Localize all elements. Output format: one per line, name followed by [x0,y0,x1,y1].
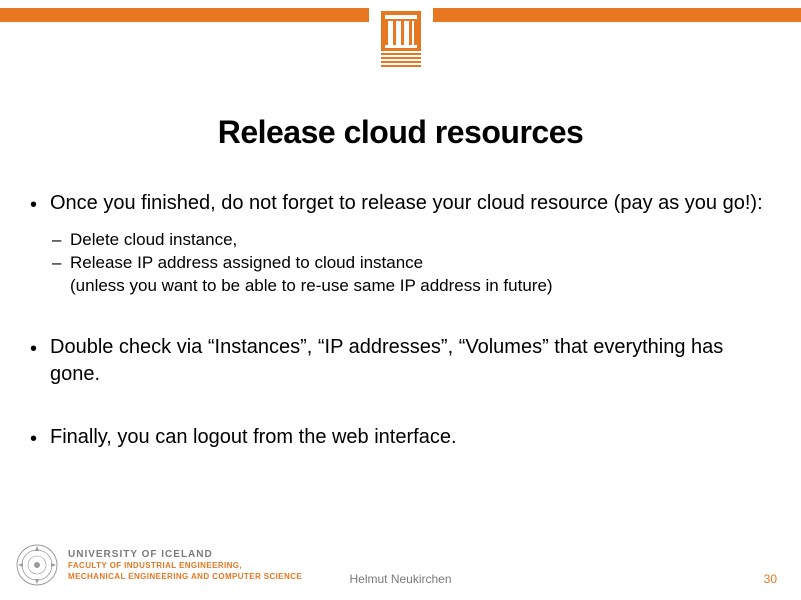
faculty-line: FACULTY OF INDUSTRIAL ENGINEERING, [68,562,302,571]
bullet-icon: • [30,190,50,219]
bullet-icon: • [30,424,50,453]
sub-bullet-icon: – [52,252,70,275]
university-logo-icon [369,0,433,78]
bullet-icon: • [30,334,50,363]
sub-bullet-text: Delete cloud instance, [70,229,771,252]
slide-title: Release cloud resources [0,114,801,151]
sub-bullet-line: Release IP address assigned to cloud ins… [70,253,423,272]
faculty-line: MECHANICAL ENGINEERING AND COMPUTER SCIE… [68,573,302,582]
page-number: 30 [764,572,777,586]
footer-logo-block: UNIVERSITY OF ICELAND FACULTY OF INDUSTR… [16,544,302,586]
sub-bullet-text: Release IP address assigned to cloud ins… [70,252,771,298]
slide-content: • Once you finished, do not forget to re… [30,190,771,489]
sub-bullet-line: (unless you want to be able to re-use sa… [70,276,553,295]
slide-footer: UNIVERSITY OF ICELAND FACULTY OF INDUSTR… [0,542,801,592]
university-seal-icon [16,544,58,586]
bullet-text: Once you finished, do not forget to rele… [50,190,771,217]
university-name: UNIVERSITY OF ICELAND [68,549,302,560]
author-name: Helmut Neukirchen [349,572,451,586]
bullet-text: Double check via “Instances”, “IP addres… [50,334,771,388]
sub-bullet-icon: – [52,229,70,252]
bullet-text: Finally, you can logout from the web int… [50,424,771,451]
